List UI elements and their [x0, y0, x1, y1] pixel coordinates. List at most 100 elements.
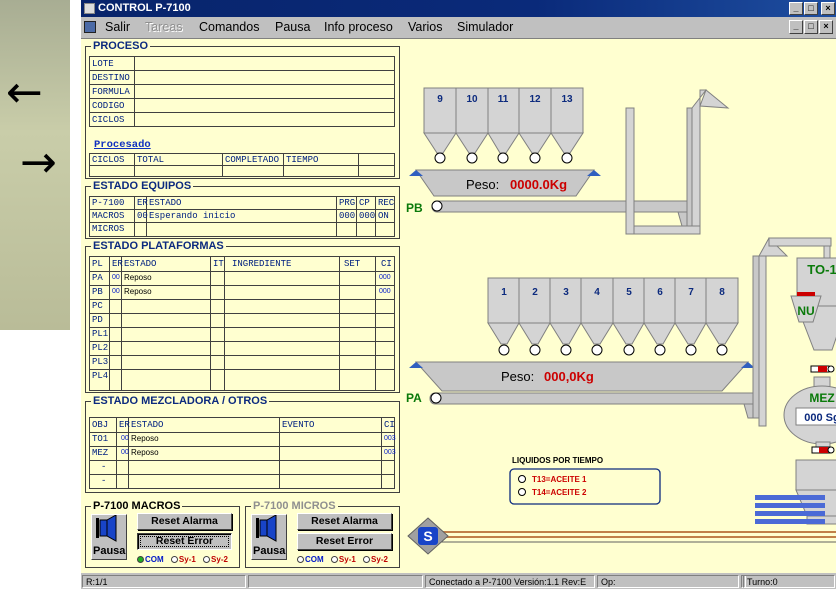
proceso-title: PROCESO	[91, 39, 151, 53]
menu-salir[interactable]: Salir	[105, 17, 130, 37]
screen: ← → CONTROL P-7100 _ □ × Salir Tareas Co…	[0, 0, 836, 589]
client-area: PROCESO LOTE DESTINO FORMULA CODIGO CICL…	[81, 38, 836, 573]
minimize-button[interactable]: _	[789, 2, 803, 15]
maximize-button[interactable]: □	[804, 2, 818, 15]
pb-bin-12[interactable]	[518, 132, 552, 154]
macros-reset-error-button[interactable]: Reset Error	[137, 533, 232, 550]
mez-header-obj: OBJ	[92, 420, 109, 430]
micros-sy2-radio[interactable]	[363, 556, 371, 564]
equipos-macros-rec: ON	[378, 211, 389, 221]
equipos-macros-name: MACROS	[92, 211, 125, 221]
macros-reset-alarma-button[interactable]: Reset Alarma	[137, 513, 232, 530]
menu-varios[interactable]: Varios	[408, 17, 443, 37]
menu-info-proceso[interactable]: Info proceso	[324, 17, 393, 37]
pa-bin-1-label: 1	[501, 287, 507, 298]
equipos-header-rec: REC	[378, 198, 395, 208]
mezcladora-table: OBJ ER ESTADO EVENTO CI TO1 00 Reposo 00…	[89, 417, 396, 489]
pb-bin-10[interactable]	[455, 132, 489, 154]
main-window: CONTROL P-7100 _ □ × Salir Tareas Comand…	[80, 0, 836, 589]
plat-header-ingrediente: INGREDIENTE	[232, 259, 292, 269]
pa-bin-6-label: 6	[657, 287, 663, 298]
pa-bin-5[interactable]	[612, 322, 645, 345]
logo-letter: S	[423, 528, 432, 544]
micros-sy2-label: Sy-2	[371, 555, 388, 564]
procesado-tiempo-header: TIEMPO	[286, 155, 319, 165]
plat-header-set: SET	[344, 259, 361, 269]
mez-timer: 000 Sg	[804, 412, 836, 424]
macros-panel-title: P-7100 MACROS	[91, 499, 183, 513]
liquido-2-radio[interactable]	[518, 488, 526, 496]
micros-sy1-radio[interactable]	[330, 556, 338, 564]
plat-row-pl4: PL4	[92, 371, 109, 381]
pb-bin-9[interactable]	[423, 132, 457, 154]
procesado-completado-header: COMPLETADO	[225, 155, 280, 165]
micros-reset-error-button[interactable]: Reset Error	[297, 533, 392, 550]
macros-sy1-radio[interactable]	[170, 556, 178, 564]
liquido-2-label: T14=ACEITE 2	[532, 488, 587, 497]
pa-conveyor	[429, 392, 767, 405]
micros-com-label: COM	[305, 555, 324, 564]
pa-bin-8[interactable]	[705, 322, 739, 345]
mez-row-mez-estado: Reposo	[131, 448, 159, 457]
pa-bin-7[interactable]	[674, 322, 707, 345]
micros-com-radio[interactable]	[297, 556, 304, 564]
liquido-1-radio[interactable]	[518, 475, 526, 483]
mdi-minimize-button[interactable]: _	[789, 20, 803, 34]
pb-bin-11[interactable]	[487, 132, 520, 154]
procesado-ciclos-header: CICLOS	[92, 155, 125, 165]
plat-row-pd: PD	[92, 315, 103, 325]
field-formula-label: FORMULA	[92, 87, 130, 97]
pb-conveyor	[431, 200, 695, 213]
field-codigo-label: CODIGO	[92, 101, 125, 111]
document-icon[interactable]	[84, 21, 96, 33]
estado-equipos-table: P-7100 ER ESTADO PRG CP REC MACROS 00 Es…	[89, 196, 395, 237]
macros-sy2-radio[interactable]	[203, 556, 211, 564]
title-bar[interactable]: CONTROL P-7100 _ □ ×	[81, 0, 836, 17]
close-button[interactable]: ×	[821, 2, 835, 15]
proceso-table: LOTE DESTINO FORMULA CODIGO CICLOS	[89, 56, 395, 127]
macros-com-radio[interactable]	[137, 556, 144, 564]
mez-header-ci: CI	[384, 420, 395, 430]
mdi-restore-button[interactable]: □	[804, 20, 818, 34]
macros-pausa-label: Pausa	[93, 545, 126, 557]
status-bar: R:1/1 Conectado a P-7100 Versión:1.1 Rev…	[81, 574, 836, 589]
plat-header-it: IT	[213, 259, 224, 269]
pa-bin-2[interactable]	[518, 322, 551, 345]
pb-bin-group: 9 10 11 12 13	[423, 87, 584, 164]
pa-bin-1[interactable]	[487, 322, 520, 345]
pb-bin-13[interactable]	[550, 132, 584, 154]
mdi-close-button[interactable]: ×	[819, 20, 833, 34]
estado-mezcladora-title: ESTADO MEZCLADORA / OTROS	[91, 394, 270, 408]
estado-plataformas-title: ESTADO PLATAFORMAS	[91, 239, 226, 253]
menu-comandos[interactable]: Comandos	[199, 17, 259, 37]
plat-row-pa-er: 00	[112, 274, 120, 281]
plat-row-pa: PA	[92, 273, 103, 283]
nu-icon[interactable]: NU	[789, 290, 823, 324]
menu-tareas[interactable]: Tareas	[145, 17, 183, 37]
pa-bin-4[interactable]	[580, 322, 614, 345]
menu-simulador[interactable]: Simulador	[457, 17, 513, 37]
plat-row-pa-ci: 000	[379, 274, 391, 281]
equipos-macros-cp: 000	[359, 211, 376, 221]
estado-mezcladora-group: ESTADO MEZCLADORA / OTROS OBJ ER ESTADO …	[85, 394, 400, 493]
plat-row-pl1: PL1	[92, 329, 109, 339]
pa-peso-label: Peso:	[501, 369, 534, 384]
equipos-header-cp: CP	[359, 198, 370, 208]
output-stripes	[755, 495, 825, 525]
plat-row-pb-er: 00	[112, 288, 120, 295]
micros-reset-alarma-button[interactable]: Reset Alarma	[297, 513, 392, 530]
mez-row-to1: TO1	[92, 434, 109, 444]
pa-bin-6[interactable]	[643, 322, 676, 345]
estado-plataformas-group: ESTADO PLATAFORMAS PL ER ESTADO IT INGRE…	[85, 239, 400, 393]
equipos-header-prg: PRG	[339, 198, 356, 208]
mez-label: MEZ	[809, 391, 834, 405]
plat-header-estado: ESTADO	[124, 259, 157, 269]
menu-pausa[interactable]: Pausa	[275, 17, 310, 37]
equipos-macros-estado: Esperando inicio	[149, 211, 236, 221]
pa-bin-4-label: 4	[594, 287, 600, 298]
estado-equipos-title: ESTADO EQUIPOS	[91, 179, 194, 193]
nu-label: NU	[797, 304, 814, 318]
pb-bin-12-label: 12	[529, 94, 541, 105]
pa-bin-3[interactable]	[549, 322, 582, 345]
pa-bin-8-label: 8	[719, 287, 725, 298]
